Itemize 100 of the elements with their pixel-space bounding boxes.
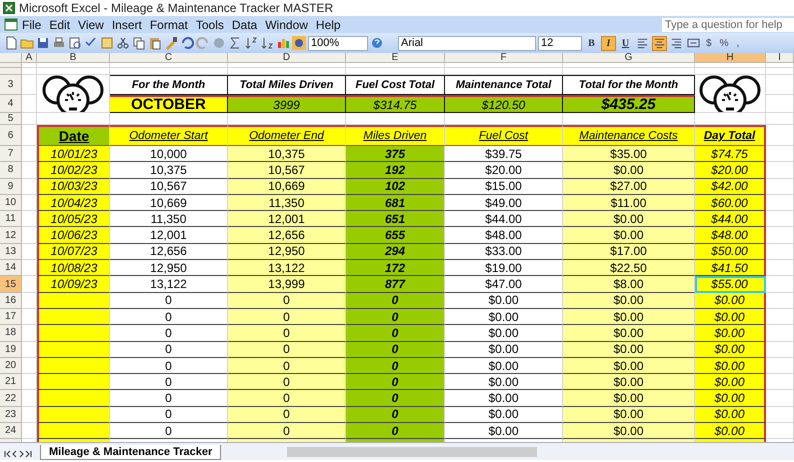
table-cell: $47.00 [445,276,563,293]
row-header: 19 [0,342,22,358]
summary-value: $314.75 [346,95,445,113]
italic-button[interactable]: I [601,36,616,50]
sheet-tab[interactable]: Mileage & Maintenance Tracker [40,445,222,460]
table-cell: 10,669 [110,194,228,212]
menu-item[interactable]: Help [312,18,345,32]
table-cell: 0 [110,325,228,342]
new-file-icon [4,36,18,50]
menu-item[interactable]: Data [228,18,262,32]
table-cell: $49.00 [445,194,563,212]
table-cell: 13,122 [110,276,228,293]
table-cell: $60.00 [695,194,766,212]
table-cell: 11,350 [228,194,346,212]
table-cell: $0.00 [563,342,695,358]
menu-item[interactable]: Tools [192,18,228,32]
table-cell: $20.00 [445,162,563,179]
align-center-icon [653,36,666,50]
align-center-button[interactable] [652,36,667,50]
table-cell: 0 [110,374,228,390]
column-header: E [346,53,445,63]
table-cell: 10,000 [110,146,228,162]
table-cell: $41.50 [695,260,766,276]
column-header: B [37,53,110,63]
underline-button[interactable]: U [618,36,633,50]
row-header: 20 [0,358,22,374]
table-cell: $0.00 [695,374,766,390]
menu-item[interactable]: Edit [45,18,74,32]
row-header: 18 [0,325,22,342]
table-cell: $0.00 [445,406,563,424]
table-cell: $0.00 [563,390,695,407]
font-dropdown[interactable]: Arial [398,36,536,50]
column-heading: Odometer Start [110,125,228,146]
table-cell: 0 [228,358,346,374]
table-cell: $0.00 [445,390,563,407]
table-cell: $0.00 [563,292,695,309]
column-heading: Maintenance Costs [563,125,695,146]
font-size-dropdown[interactable]: 12 [538,36,582,50]
row-header: 14 [0,260,22,276]
table-cell: 10,669 [228,178,346,195]
summary-value: OCTOBER [110,95,228,113]
row-header: 12 [0,227,22,244]
menu-item[interactable]: Insert [108,18,146,32]
chart-icon [276,36,290,50]
menu-item[interactable]: File [18,18,46,32]
row-header: 16 [0,292,22,309]
table-cell: $0.00 [563,308,695,326]
table-cell: $0.00 [695,308,766,326]
bold-button[interactable]: B [584,36,599,50]
table-cell: $42.00 [695,178,766,195]
table-cell: $0.00 [563,406,695,424]
table-cell: $0.00 [563,325,695,342]
help-field[interactable]: Type a question for help [662,18,794,32]
table-cell: 0 [110,342,228,358]
menu-item[interactable]: Format [146,18,192,32]
table-cell: 13,122 [228,260,346,276]
menu-item[interactable]: Window [261,18,312,32]
table-cell: 0 [346,325,445,342]
table-cell: 0 [228,390,346,407]
table-cell: 0 [346,308,445,326]
table-cell: $0.00 [563,423,695,440]
number-format-button[interactable]: $ [703,38,715,48]
printer-icon [52,36,66,50]
table-cell: 0 [228,292,346,309]
copy-icon [132,36,146,50]
table-cell: 12,001 [110,227,228,244]
table-cell: $8.00 [563,276,695,293]
table-cell: 10/04/23 [37,194,110,212]
table-cell: $0.00 [695,292,766,309]
summary-header: Total for the Month [563,75,695,95]
column-header: D [228,53,346,63]
row-header: 9 [0,178,22,195]
zoom-dropdown[interactable]: 100% [308,36,368,50]
column-header: F [445,53,563,63]
column-heading: Day Total [695,125,766,146]
row-header: 22 [0,390,22,407]
table-cell: $33.00 [445,244,563,260]
format-painter-icon [164,36,178,50]
number-format-button[interactable]: % [716,38,732,48]
table-cell: 0 [346,390,445,407]
table-cell: 655 [346,227,445,244]
table-cell: 0 [346,406,445,424]
horizontal-scrollbar[interactable] [287,447,538,457]
table-cell: $48.00 [695,227,766,244]
table-cell: 10/01/23 [37,146,110,162]
header-cell [0,53,22,63]
table-cell: 10/03/23 [37,178,110,195]
sort-ascending-icon [244,36,258,50]
table-cell: 0 [110,308,228,326]
table-cell: 0 [346,342,445,358]
table-cell: 0 [110,292,228,309]
table-cell: 0 [228,342,346,358]
table-cell: 0 [346,358,445,374]
table-cell: $44.00 [695,211,766,228]
row-header: 7 [0,146,22,162]
menu-item[interactable]: View [74,18,108,32]
number-format-button[interactable]: , [733,38,742,48]
paste-icon [148,36,162,50]
table-cell: $0.00 [695,325,766,342]
table-cell: $48.00 [445,227,563,244]
